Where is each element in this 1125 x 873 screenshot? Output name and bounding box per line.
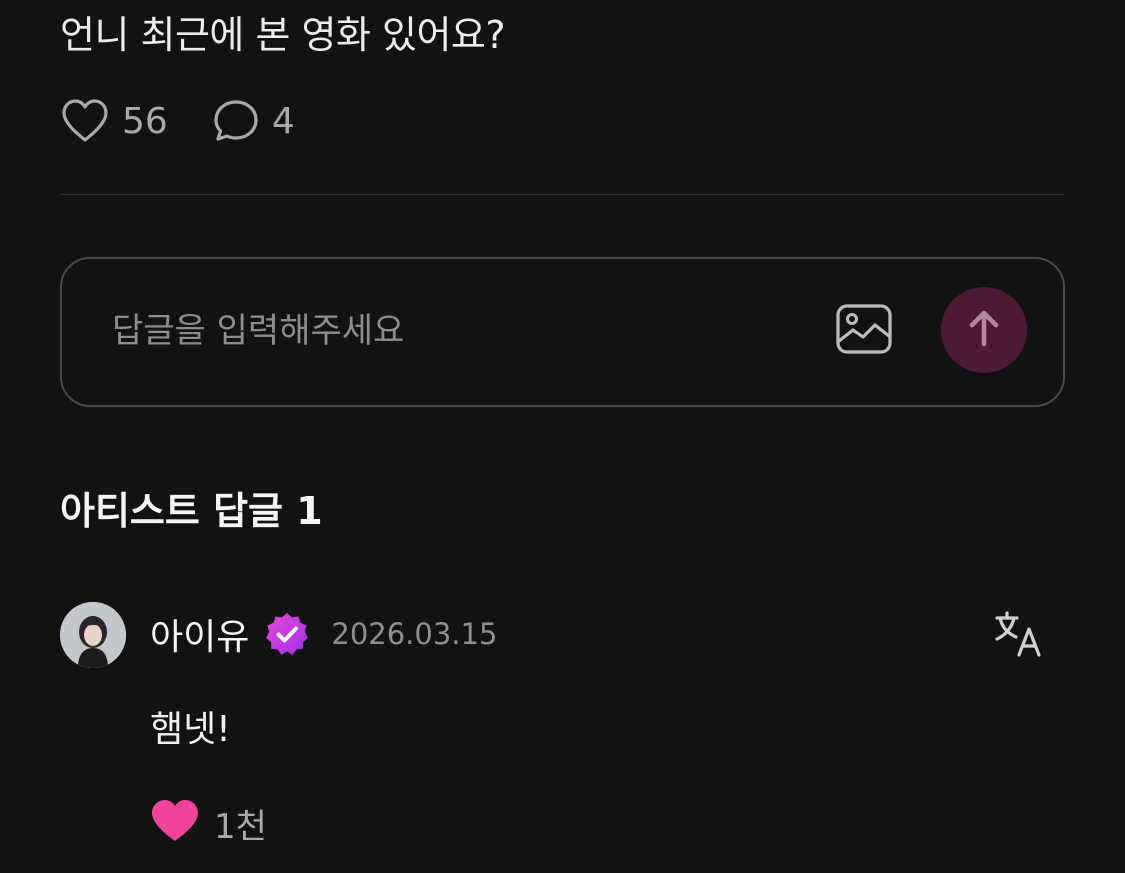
- author-name[interactable]: 아이유: [150, 608, 249, 660]
- post-text: 언니 최근에 본 영화 있어요?: [60, 13, 506, 57]
- reply-composer: [60, 257, 1065, 407]
- heart-filled-icon: [150, 798, 200, 848]
- send-button[interactable]: [941, 287, 1027, 373]
- like-count: 56: [122, 100, 168, 142]
- like-button[interactable]: 56: [60, 98, 168, 144]
- comment-count: 4: [271, 100, 295, 142]
- artist-replies-title: 아티스트 답글 1: [60, 489, 323, 533]
- verified-badge-icon: [263, 610, 311, 658]
- translate-icon: [991, 609, 1045, 663]
- attach-image-button[interactable]: [832, 299, 896, 363]
- arrow-up-icon: [967, 308, 1001, 352]
- comment-like-count: 1천: [214, 806, 267, 847]
- heart-outline-icon: [60, 98, 110, 144]
- comment-header: 아이유 2026.03.15: [150, 610, 497, 658]
- comment-like-button[interactable]: 1천: [150, 798, 267, 848]
- post-detail: 언니 최근에 본 영화 있어요? 56 4 답글을 입력해주세요 아티스트 답글…: [0, 0, 1125, 873]
- comment-button[interactable]: 4: [212, 98, 295, 144]
- comment-text: 햄넷!: [150, 709, 231, 750]
- avatar[interactable]: [60, 602, 126, 668]
- divider: [60, 194, 1065, 195]
- translate-button[interactable]: [990, 608, 1046, 664]
- image-icon: [835, 303, 893, 359]
- comment-date: 2026.03.15: [331, 617, 498, 651]
- reply-input[interactable]: [112, 303, 792, 359]
- chat-bubble-icon: [212, 98, 260, 144]
- post-stats: 56 4: [60, 98, 295, 144]
